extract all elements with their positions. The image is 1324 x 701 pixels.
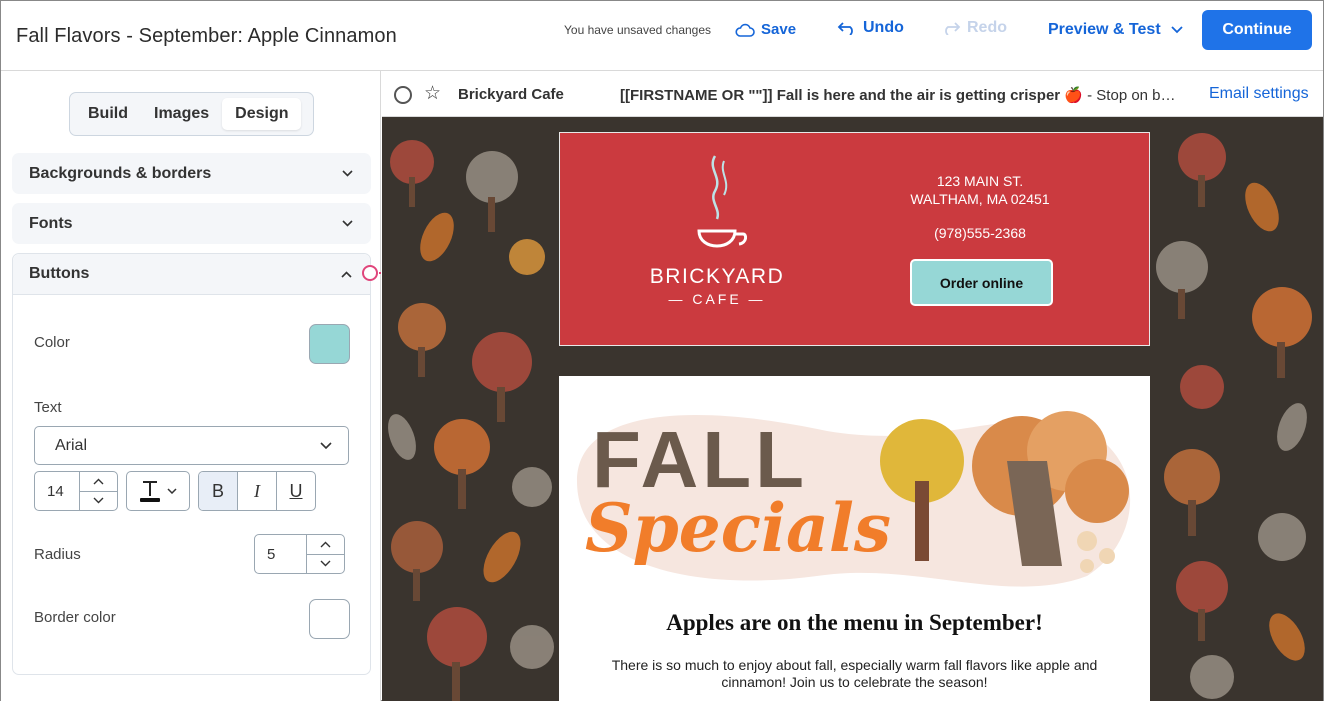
section-backgrounds-borders[interactable]: Backgrounds & borders — [12, 153, 371, 194]
email-settings-link[interactable]: Email settings — [1209, 85, 1309, 103]
editor-tabs: Build Images Design — [69, 92, 314, 136]
increment-button[interactable] — [307, 535, 344, 554]
chevron-down-icon — [320, 442, 332, 449]
unsaved-status: You have unsaved changes — [564, 23, 712, 37]
undo-label: Undo — [863, 19, 904, 36]
chevron-down-icon — [167, 488, 177, 494]
redo-icon — [945, 22, 961, 35]
button-color-swatch[interactable] — [309, 324, 350, 364]
subject-main: [[FIRSTNAME OR ""]] Fall is here and the… — [620, 87, 1083, 104]
font-value: Arial — [55, 436, 88, 454]
chevron-down-icon — [1171, 26, 1183, 34]
section-label: Backgrounds & borders — [29, 164, 212, 182]
email-preview-bar: ☆ Brickyard Cafe [[FIRSTNAME OR ""]] Fal… — [382, 71, 1323, 117]
email-paragraph: There is so much to enjoy about fall, es… — [611, 657, 1098, 690]
text-label: Text — [34, 399, 62, 416]
font-size-stepper[interactable]: 14 — [34, 471, 118, 511]
sender-name: Brickyard Cafe — [458, 86, 564, 103]
tab-build[interactable]: Build — [75, 98, 141, 130]
address-block: 123 MAIN ST. WALTHAM, MA 02451 (978)555-… — [900, 172, 1060, 242]
decrement-button[interactable] — [307, 553, 344, 574]
increment-button[interactable] — [80, 472, 117, 491]
color-label: Color — [34, 334, 70, 351]
address-line-2: WALTHAM, MA 02451 — [910, 191, 1050, 207]
email-header-block[interactable]: BRICKYARD — CAFE — 123 MAIN ST. WALTHAM,… — [559, 132, 1150, 346]
brand-name: BRICKYARD — [649, 265, 785, 288]
radius-value: 5 — [267, 545, 276, 563]
chevron-down-icon — [342, 220, 353, 227]
chevron-down-icon — [320, 560, 331, 567]
page-title: Fall Flavors - September: Apple Cinnamon — [16, 25, 397, 47]
border-color-label: Border color — [34, 609, 116, 626]
section-fonts[interactable]: Fonts — [12, 203, 371, 244]
brand-logo: BRICKYARD — CAFE — — [642, 265, 792, 307]
preview-label: Preview & Test — [1048, 21, 1161, 38]
radius-label: Radius — [34, 546, 81, 563]
chevron-down-icon — [93, 497, 104, 504]
undo-icon — [837, 22, 853, 35]
address-line-1: 123 MAIN ST. — [936, 173, 1024, 189]
top-toolbar: Fall Flavors - September: Apple Cinnamon… — [1, 1, 1323, 71]
section-label: Buttons — [29, 265, 90, 282]
italic-button[interactable]: I — [237, 472, 276, 510]
text-color-picker[interactable] — [126, 471, 190, 511]
section-buttons: Buttons Color Text Arial 14 B I U Radius — [12, 253, 371, 675]
bold-button[interactable]: B — [199, 472, 237, 510]
redo-button[interactable]: Redo — [941, 19, 1007, 37]
email-body-block[interactable]: FALL Specials Apples are on the menu in … — [559, 376, 1150, 701]
email-heading: Apples are on the menu in September! — [666, 610, 1043, 635]
text-format-group: B I U — [198, 471, 316, 511]
design-sidebar: Build Images Design Backgrounds & border… — [1, 71, 381, 701]
underline-button[interactable]: U — [276, 472, 315, 510]
fall-specials-banner: FALL Specials — [577, 411, 1131, 587]
email-canvas: BRICKYARD — CAFE — 123 MAIN ST. WALTHAM,… — [382, 117, 1323, 701]
font-size-value: 14 — [47, 482, 64, 500]
section-label: Fonts — [29, 214, 73, 232]
banner-specials-text: Specials — [585, 489, 891, 567]
preheader: - Stop on b… — [1082, 87, 1176, 104]
save-button[interactable]: Save — [735, 21, 796, 38]
tab-design[interactable]: Design — [222, 98, 302, 130]
chevron-up-icon — [93, 478, 104, 485]
decrement-button[interactable] — [80, 490, 117, 511]
chevron-up-icon — [341, 270, 352, 278]
text-color-icon — [140, 481, 160, 502]
coffee-cup-icon — [697, 155, 748, 248]
callout-pointer — [362, 265, 378, 281]
order-online-button[interactable]: Order online — [910, 259, 1053, 306]
tab-images[interactable]: Images — [141, 98, 222, 130]
font-select[interactable]: Arial — [34, 426, 349, 465]
redo-label: Redo — [967, 19, 1007, 36]
select-radio[interactable] — [394, 86, 412, 104]
subject-line: [[FIRSTNAME OR ""]] Fall is here and the… — [620, 86, 1202, 104]
chevron-up-icon — [320, 541, 331, 548]
chevron-down-icon — [342, 170, 353, 177]
save-label: Save — [761, 21, 797, 38]
star-icon[interactable]: ☆ — [424, 82, 441, 105]
section-buttons-header[interactable]: Buttons — [13, 254, 370, 295]
cloud-icon — [735, 23, 755, 37]
radius-stepper[interactable]: 5 — [254, 534, 345, 574]
brand-sub: — CAFE — — [668, 291, 766, 307]
border-color-swatch[interactable] — [309, 599, 350, 639]
phone-number: (978)555-2368 — [934, 225, 1026, 241]
undo-button[interactable]: Undo — [837, 19, 904, 37]
preview-test-button[interactable]: Preview & Test — [1048, 21, 1183, 39]
continue-button[interactable]: Continue — [1202, 10, 1312, 50]
